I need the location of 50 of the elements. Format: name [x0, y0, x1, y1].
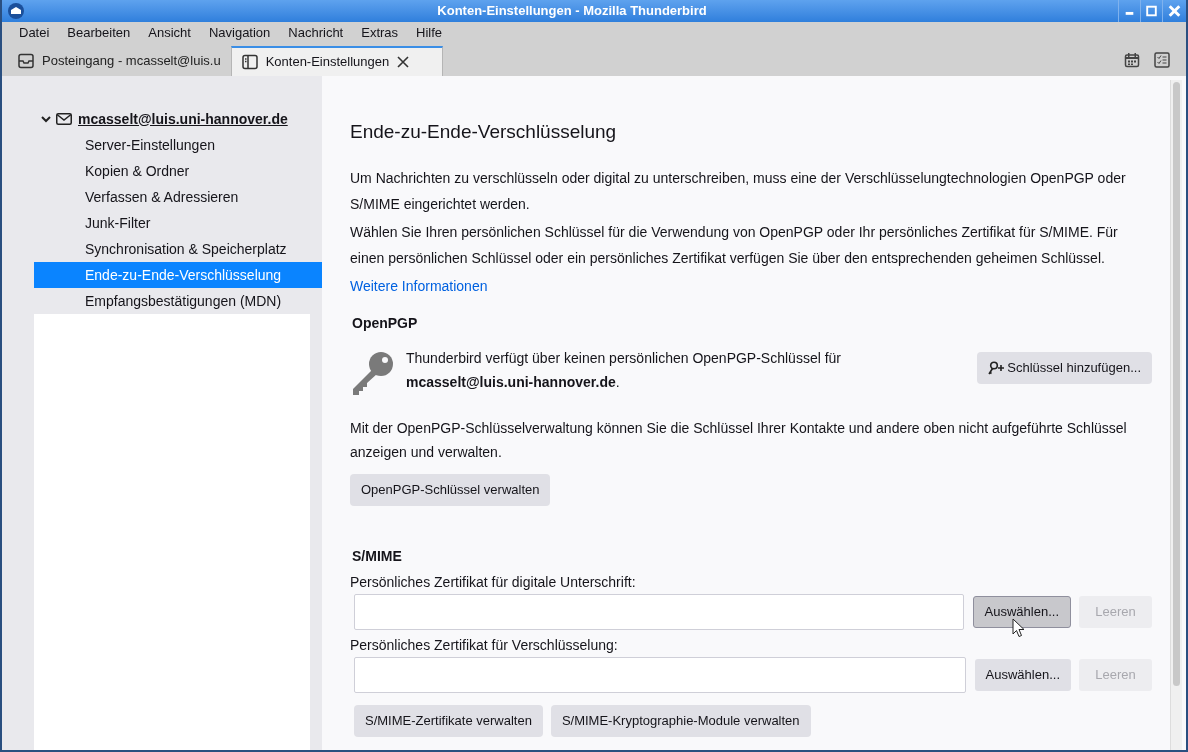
- manage-button[interactable]: S/MIME-Kryptographie-Module verwalten: [550, 704, 811, 737]
- manage-button[interactable]: S/MIME-Zertifikate verwalten: [354, 704, 543, 737]
- close-icon[interactable]: [397, 56, 410, 68]
- menu-item[interactable]: Ansicht: [139, 23, 200, 43]
- sidebar-item[interactable]: Junk-Filter: [34, 210, 322, 236]
- sidebar-item[interactable]: Server-Einstellungen: [34, 132, 322, 158]
- select-button[interactable]: Auswählen...: [972, 595, 1071, 628]
- section-heading: S/MIME: [352, 546, 403, 566]
- paragraph: Mit der OpenPGP-Schlüsselverwaltung können Sie die Schlüssel Ihrer Kontakte und andere oben nicht aufgeführte Schlüssel anzeigen und verwalten.: [350, 418, 1128, 462]
- menu-item[interactable]: Nachricht: [279, 23, 353, 43]
- menu-item[interactable]: Extras: [352, 23, 408, 43]
- mouse-cursor-icon: [1011, 617, 1025, 638]
- certificate-field[interactable]: [354, 593, 964, 630]
- key-add-icon: [988, 360, 1005, 375]
- paragraph: Um Nachrichten zu verschlüsseln oder digital zu unterschreiben, muss eine der Verschlüsselungtechnologien OpenPGP oder S/MIME eingerichtet werden.: [350, 168, 1127, 214]
- window-title: Konten-Einstellungen - Mozilla Thunderbird: [436, 2, 708, 21]
- field-label: Persönliches Zertifikat für Verschlüsselung:: [350, 635, 619, 655]
- app-icon: [6, 2, 26, 20]
- menu-item[interactable]: Navigation: [199, 23, 280, 43]
- tab[interactable]: Posteingang - mcasselt@luis.u: [8, 46, 231, 76]
- clear-button: Leeren: [1079, 595, 1152, 628]
- envelope-icon: [56, 113, 72, 125]
- scrollbar[interactable]: [1170, 80, 1182, 750]
- account-name[interactable]: mcasselt@luis.uni-hannover.de: [78, 108, 288, 130]
- sidebar-item[interactable]: Empfangsbestätigungen (MDN): [34, 288, 322, 314]
- sidebar-item[interactable]: Verfassen & Adressieren: [34, 184, 322, 210]
- more-info-link[interactable]: Weitere Informationen: [350, 272, 488, 299]
- task-list-icon[interactable]: [1154, 52, 1170, 68]
- chevron-down-icon[interactable]: [40, 113, 52, 125]
- panel-icon: [241, 54, 258, 70]
- certificate-field[interactable]: [354, 656, 966, 693]
- sidebar-item[interactable]: Ende-zu-Ende-Verschlüsselung: [34, 262, 322, 288]
- inbox-icon: [18, 53, 34, 69]
- sidebar-item[interactable]: Synchronisation & Speicherplatz: [34, 236, 322, 262]
- paragraph: Wählen Sie Ihren persönlichen Schlüssel für die Verwendung von OpenPGP oder Ihr persönliches Zertifikat für S/MIME. Für einen persönlichen Schlüssel oder ein persönliches Zertifikat verfügen Sie über den entsprechenden geheimen Schlüssel.: [350, 222, 1119, 268]
- clear-button: Leeren: [1079, 658, 1152, 691]
- openpgp-message: Thunderbird verfügt über keinen persönlichen OpenPGP-Schlüssel für mcasselt@luis.uni-hannover.de.: [406, 348, 843, 392]
- calendar-icon[interactable]: [1124, 52, 1140, 68]
- section-heading: OpenPGP: [352, 313, 419, 333]
- manage-keys-button[interactable]: OpenPGP-Schlüssel verwalten: [350, 473, 551, 506]
- menu-item[interactable]: Bearbeiten: [58, 23, 140, 43]
- menu-item[interactable]: Hilfe: [407, 23, 452, 43]
- page-heading: Ende-zu-Ende-Verschlüsselung: [350, 120, 618, 144]
- key-icon: [350, 349, 396, 396]
- add-key-button[interactable]: Schlüssel hinzufügen...: [977, 351, 1152, 384]
- select-button[interactable]: Auswählen...: [974, 658, 1071, 691]
- menu-item[interactable]: Datei: [10, 23, 59, 43]
- tab[interactable]: Konten-Einstellungen: [230, 46, 443, 76]
- field-label: Persönliches Zertifikat für digitale Unterschrift:: [350, 572, 637, 592]
- sidebar-item[interactable]: Kopien & Ordner: [34, 158, 322, 184]
